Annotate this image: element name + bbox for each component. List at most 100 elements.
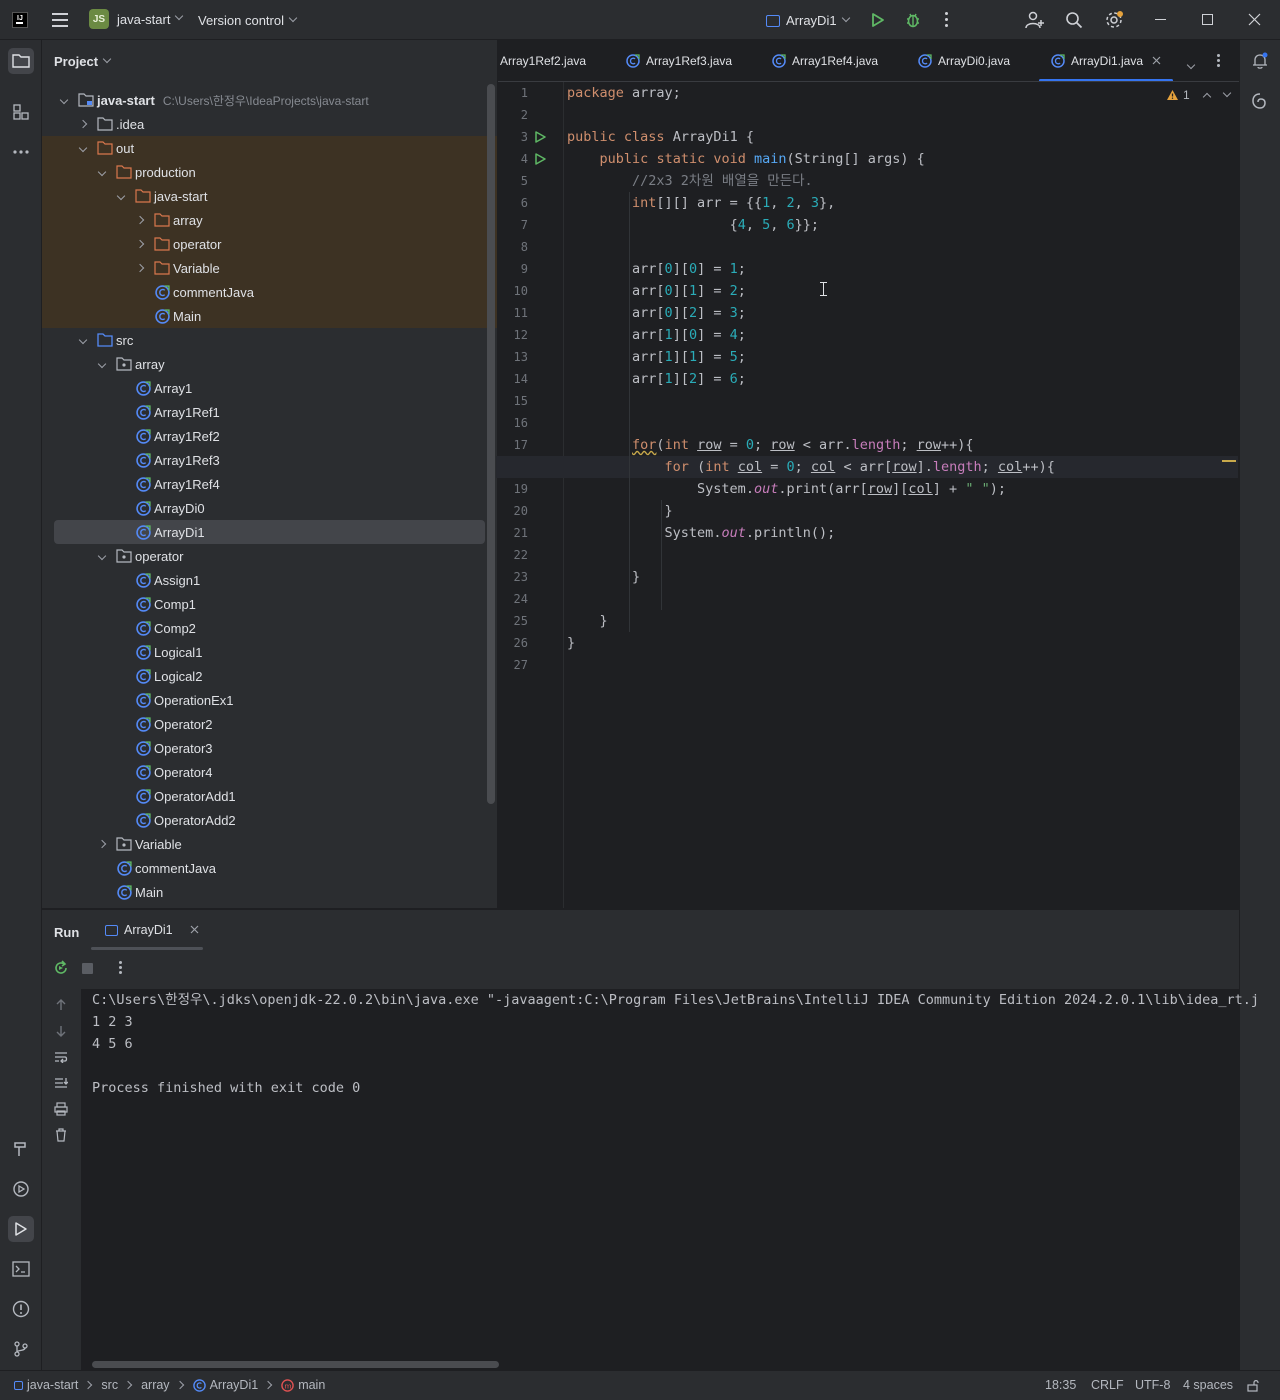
run-button[interactable] xyxy=(870,12,886,31)
chevron-down-icon[interactable] xyxy=(96,550,108,562)
next-highlight-icon[interactable] xyxy=(1222,88,1231,98)
indent-setting[interactable]: 4 spaces xyxy=(1183,1378,1233,1392)
chevron-right-icon[interactable] xyxy=(134,238,146,250)
run-config-selector[interactable]: ArrayDi1 xyxy=(766,13,850,28)
clear-trash-icon[interactable] xyxy=(52,1126,70,1144)
tree-item-class-main[interactable]: Main xyxy=(42,304,497,328)
tree-item-class-comp1[interactable]: Comp1 xyxy=(42,592,497,616)
tree-item-folder-idea[interactable]: .idea xyxy=(42,112,497,136)
tree-item-class-array1ref1[interactable]: Array1Ref1 xyxy=(42,400,497,424)
breadcrumb-project[interactable]: java-start xyxy=(14,1378,78,1392)
run-gutter-icon[interactable] xyxy=(534,131,546,146)
settings-gear-icon[interactable] xyxy=(1104,10,1124,33)
more-tool-windows-icon[interactable] xyxy=(8,139,34,165)
run-tab-arraydi1[interactable]: ArrayDi1 xyxy=(91,910,203,950)
tree-root[interactable]: java-start C:\Users\한정우\IdeaProjects\jav… xyxy=(42,88,497,112)
project-selector[interactable]: JS java-start xyxy=(89,9,184,29)
tree-item-class-logical2[interactable]: Logical2 xyxy=(42,664,497,688)
chevron-down-icon[interactable] xyxy=(115,190,127,202)
tree-item-class-operatoradd2[interactable]: OperatorAdd2 xyxy=(42,808,497,832)
run-gutter-icon[interactable] xyxy=(534,153,546,168)
tree-item-class-operatoradd1[interactable]: OperatorAdd1 xyxy=(42,784,497,808)
tree-item-folder-operator[interactable]: operator xyxy=(42,232,497,256)
chevron-down-icon[interactable] xyxy=(77,142,89,154)
breadcrumb-method[interactable]: m main xyxy=(281,1378,325,1392)
tab-more-icon[interactable] xyxy=(1217,54,1220,68)
close-tab-icon[interactable] xyxy=(190,923,199,937)
soft-wrap-icon[interactable] xyxy=(52,1048,70,1066)
build-hammer-icon[interactable] xyxy=(8,1136,34,1162)
tree-item-class-logical1[interactable]: Logical1 xyxy=(42,640,497,664)
terminal-icon[interactable] xyxy=(8,1256,34,1282)
chevron-right-icon[interactable] xyxy=(134,214,146,226)
project-tool-window-button[interactable] xyxy=(8,48,34,74)
tree-item-package-operator[interactable]: operator xyxy=(42,544,497,568)
scroll-to-end-icon[interactable] xyxy=(52,1074,70,1092)
minimize-button[interactable] xyxy=(1155,19,1166,20)
scroll-up-icon[interactable] xyxy=(52,996,70,1014)
breadcrumb-src[interactable]: src xyxy=(101,1378,118,1392)
ai-assistant-icon[interactable] xyxy=(1247,88,1273,114)
maximize-button[interactable] xyxy=(1202,14,1213,25)
chevron-down-icon[interactable] xyxy=(58,94,70,106)
tree-item-class-array1ref3[interactable]: Array1Ref3 xyxy=(42,448,497,472)
tree-item-class-commentjava[interactable]: commentJava xyxy=(42,280,497,304)
chevron-down-icon[interactable] xyxy=(96,166,108,178)
chevron-down-icon[interactable] xyxy=(77,334,89,346)
tree-item-class-array1ref4[interactable]: Array1Ref4 xyxy=(42,472,497,496)
problems-icon[interactable] xyxy=(8,1296,34,1322)
print-icon[interactable] xyxy=(52,1100,70,1118)
chevron-right-icon[interactable] xyxy=(77,118,89,130)
tree-item-class-operator4[interactable]: Operator4 xyxy=(42,760,497,784)
code-area[interactable]: package array; public class ArrayDi1 { p… xyxy=(496,82,1239,908)
run-tool-window-button[interactable] xyxy=(8,1216,34,1242)
tree-scrollbar[interactable] xyxy=(487,84,495,804)
project-view-selector[interactable]: Project xyxy=(54,54,112,69)
tree-item-folder-src[interactable]: src xyxy=(42,328,497,352)
caret-position[interactable]: 18:35 xyxy=(1045,1378,1076,1392)
file-encoding[interactable]: UTF-8 xyxy=(1135,1378,1170,1392)
line-separator[interactable]: CRLF xyxy=(1091,1378,1124,1392)
structure-icon[interactable] xyxy=(8,99,34,125)
tree-item-class-assign1[interactable]: Assign1 xyxy=(42,568,497,592)
app-logo-icon[interactable]: IJ xyxy=(12,12,28,28)
main-menu-icon[interactable] xyxy=(52,13,68,27)
chevron-down-icon[interactable] xyxy=(96,358,108,370)
tree-item-class-operationex1[interactable]: OperationEx1 xyxy=(42,688,497,712)
tree-item-class-comp2[interactable]: Comp2 xyxy=(42,616,497,640)
search-icon[interactable] xyxy=(1065,11,1083,32)
tree-item-class-arraydi0[interactable]: ArrayDi0 xyxy=(42,496,497,520)
tree-item-class-main[interactable]: Main xyxy=(42,880,497,904)
vcs-selector[interactable]: Version control xyxy=(198,13,298,28)
chevron-right-icon[interactable] xyxy=(134,262,146,274)
tree-item-folder-array[interactable]: array xyxy=(42,208,497,232)
tree-item-folder-production[interactable]: production xyxy=(42,160,497,184)
rerun-icon[interactable] xyxy=(53,960,69,979)
close-window-button[interactable] xyxy=(1248,13,1261,29)
chevron-right-icon[interactable] xyxy=(96,838,108,850)
add-user-icon[interactable] xyxy=(1025,11,1045,32)
git-branch-icon[interactable] xyxy=(8,1336,34,1362)
notifications-bell-icon[interactable] xyxy=(1247,48,1273,74)
warning-indicator[interactable]: 1 xyxy=(1166,88,1231,102)
stop-icon[interactable] xyxy=(82,963,93,974)
more-actions-icon[interactable] xyxy=(945,12,949,28)
tab-array1ref3[interactable]: Array1Ref3.java xyxy=(626,40,732,81)
tree-item-package-array[interactable]: array xyxy=(42,352,497,376)
tree-item-class-operator2[interactable]: Operator2 xyxy=(42,712,497,736)
prev-highlight-icon[interactable] xyxy=(1202,92,1211,102)
tree-item-folder-java-start[interactable]: java-start xyxy=(42,184,497,208)
tab-array1ref2[interactable]: Array1Ref2.java xyxy=(500,40,586,81)
breadcrumb-class[interactable]: ArrayDi1 xyxy=(192,1378,258,1392)
tree-item-class-operator3[interactable]: Operator3 xyxy=(42,736,497,760)
debug-button[interactable] xyxy=(904,11,922,32)
run-console[interactable]: C:\Users\한정우\.jdks\openjdk-22.0.2\bin\ja… xyxy=(81,989,1259,1371)
close-tab-icon[interactable] xyxy=(1152,54,1161,68)
services-icon[interactable] xyxy=(8,1176,34,1202)
tab-arraydi0[interactable]: ArrayDi0.java xyxy=(918,40,1010,81)
tab-arraydi1[interactable]: ArrayDi1.java xyxy=(1039,40,1173,81)
tree-item-package-variable[interactable]: Variable xyxy=(42,832,497,856)
tab-array1ref4[interactable]: Array1Ref4.java xyxy=(772,40,878,81)
scroll-down-icon[interactable] xyxy=(52,1022,70,1040)
tree-item-folder-variable[interactable]: Variable xyxy=(42,256,497,280)
